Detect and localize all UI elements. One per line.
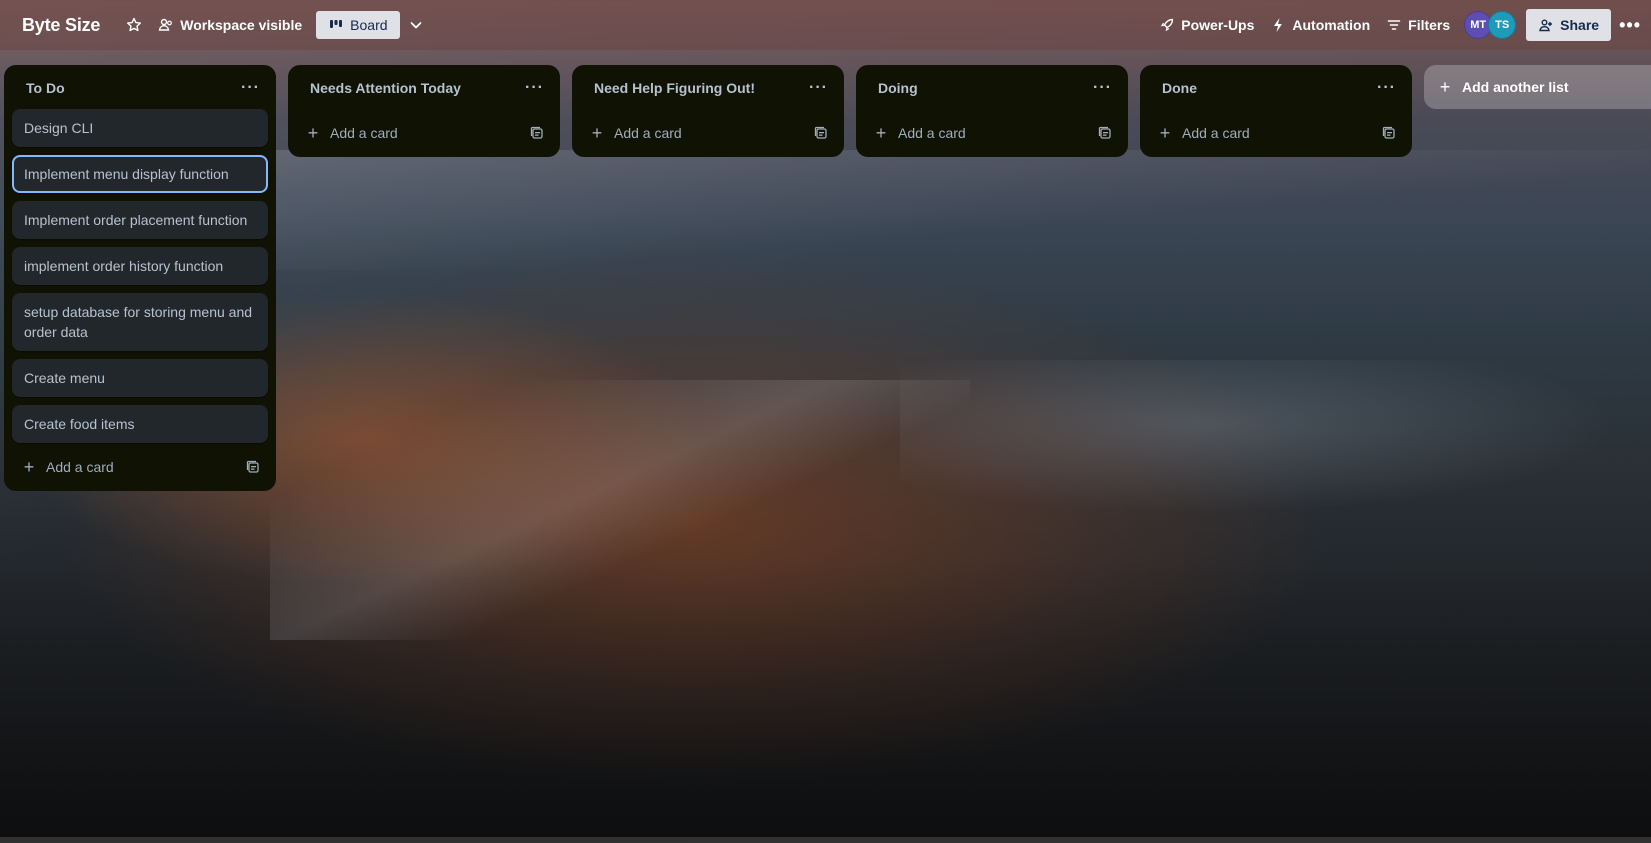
card[interactable]: Create food items (12, 405, 268, 443)
list-done: Done ··· + Add a card (1140, 65, 1412, 157)
plus-icon: + (1159, 122, 1171, 143)
add-card-row: + Add a card (580, 117, 836, 149)
plus-icon: + (307, 122, 319, 143)
list-menu-icon[interactable]: ··· (1093, 79, 1112, 97)
horizontal-scrollbar[interactable] (0, 837, 1651, 843)
add-card-label: Add a card (1182, 125, 1250, 141)
add-person-icon (1538, 17, 1554, 33)
board-canvas: To Do ··· Design CLI Implement menu disp… (4, 65, 1651, 491)
add-card-label: Add a card (614, 125, 682, 141)
list-title[interactable]: Doing (878, 80, 918, 96)
powerups-label: Power-Ups (1181, 17, 1255, 33)
rocket-icon (1159, 17, 1175, 33)
star-button[interactable] (118, 9, 150, 41)
list-title[interactable]: Need Help Figuring Out! (594, 80, 755, 96)
list-menu-icon[interactable]: ··· (809, 79, 828, 97)
list-header: To Do ··· (12, 73, 268, 103)
board-view-button[interactable]: Board (316, 11, 400, 39)
add-another-list-button[interactable]: + Add another list (1424, 65, 1651, 109)
board-icon (328, 17, 344, 33)
list-needs-attention-today: Needs Attention Today ··· + Add a card (288, 65, 560, 157)
card-template-icon[interactable] (530, 126, 544, 140)
list-header: Done ··· (1148, 73, 1404, 103)
card[interactable]: Implement order placement function (12, 201, 268, 239)
people-icon (158, 17, 174, 33)
add-card-row: + Add a card (1148, 117, 1404, 149)
automation-button[interactable]: Automation (1262, 9, 1378, 41)
add-card-button[interactable]: + Add a card (22, 457, 114, 478)
card[interactable]: Design CLI (12, 109, 268, 147)
card-template-icon[interactable] (814, 126, 828, 140)
filters-label: Filters (1408, 17, 1451, 33)
card[interactable]: Create menu (12, 359, 268, 397)
card-template-icon[interactable] (246, 460, 260, 474)
chevron-down-icon (408, 17, 424, 33)
list-title[interactable]: To Do (26, 80, 65, 96)
filters-button[interactable]: Filters (1378, 9, 1458, 41)
view-switcher-button[interactable] (400, 9, 432, 41)
star-icon (126, 17, 142, 33)
list-menu-icon[interactable]: ··· (1377, 79, 1396, 97)
visibility-button[interactable]: Workspace visible (150, 9, 310, 41)
card[interactable]: Implement menu display function (12, 155, 268, 193)
share-button[interactable]: Share (1526, 9, 1612, 41)
board-view-label: Board (350, 17, 388, 33)
list-header: Doing ··· (864, 73, 1120, 103)
add-card-row: + Add a card (296, 117, 552, 149)
list-need-help-figuring-out: Need Help Figuring Out! ··· + Add a card (572, 65, 844, 157)
add-card-button[interactable]: + Add a card (874, 123, 966, 144)
add-card-label: Add a card (46, 459, 114, 475)
add-card-button[interactable]: + Add a card (590, 123, 682, 144)
card-list: Design CLI Implement menu display functi… (12, 109, 268, 443)
list-menu-icon[interactable]: ··· (241, 79, 260, 97)
board-title[interactable]: Byte Size (22, 15, 100, 36)
add-card-label: Add a card (898, 125, 966, 141)
list-menu-icon[interactable]: ··· (525, 79, 544, 97)
card[interactable]: setup database for storing menu and orde… (12, 293, 268, 351)
board-header: Byte Size Workspace visible Board Power-… (0, 0, 1651, 50)
filter-icon (1386, 17, 1402, 33)
list-title[interactable]: Done (1162, 80, 1197, 96)
powerups-button[interactable]: Power-Ups (1151, 9, 1262, 41)
add-list-label: Add another list (1462, 79, 1569, 95)
avatar[interactable]: TS (1488, 11, 1517, 39)
visibility-label: Workspace visible (180, 17, 303, 33)
plus-icon: + (1439, 76, 1451, 97)
add-card-label: Add a card (330, 125, 398, 141)
list-header: Need Help Figuring Out! ··· (580, 73, 836, 103)
list-to-do: To Do ··· Design CLI Implement menu disp… (4, 65, 276, 491)
plus-icon: + (23, 456, 35, 477)
card-template-icon[interactable] (1098, 126, 1112, 140)
add-card-button[interactable]: + Add a card (306, 123, 398, 144)
add-card-row: + Add a card (864, 117, 1120, 149)
lightning-icon (1270, 17, 1286, 33)
list-header: Needs Attention Today ··· (296, 73, 552, 103)
card[interactable]: implement order history function (12, 247, 268, 285)
add-card-button[interactable]: + Add a card (1158, 123, 1250, 144)
more-icon[interactable]: ••• (1619, 15, 1641, 36)
share-label: Share (1560, 17, 1600, 33)
list-doing: Doing ··· + Add a card (856, 65, 1128, 157)
board-members: MT TS (1464, 11, 1517, 39)
plus-icon: + (875, 122, 887, 143)
automation-label: Automation (1292, 17, 1371, 33)
add-card-row: + Add a card (12, 451, 268, 483)
list-title[interactable]: Needs Attention Today (310, 80, 461, 96)
card-template-icon[interactable] (1382, 126, 1396, 140)
plus-icon: + (591, 122, 603, 143)
